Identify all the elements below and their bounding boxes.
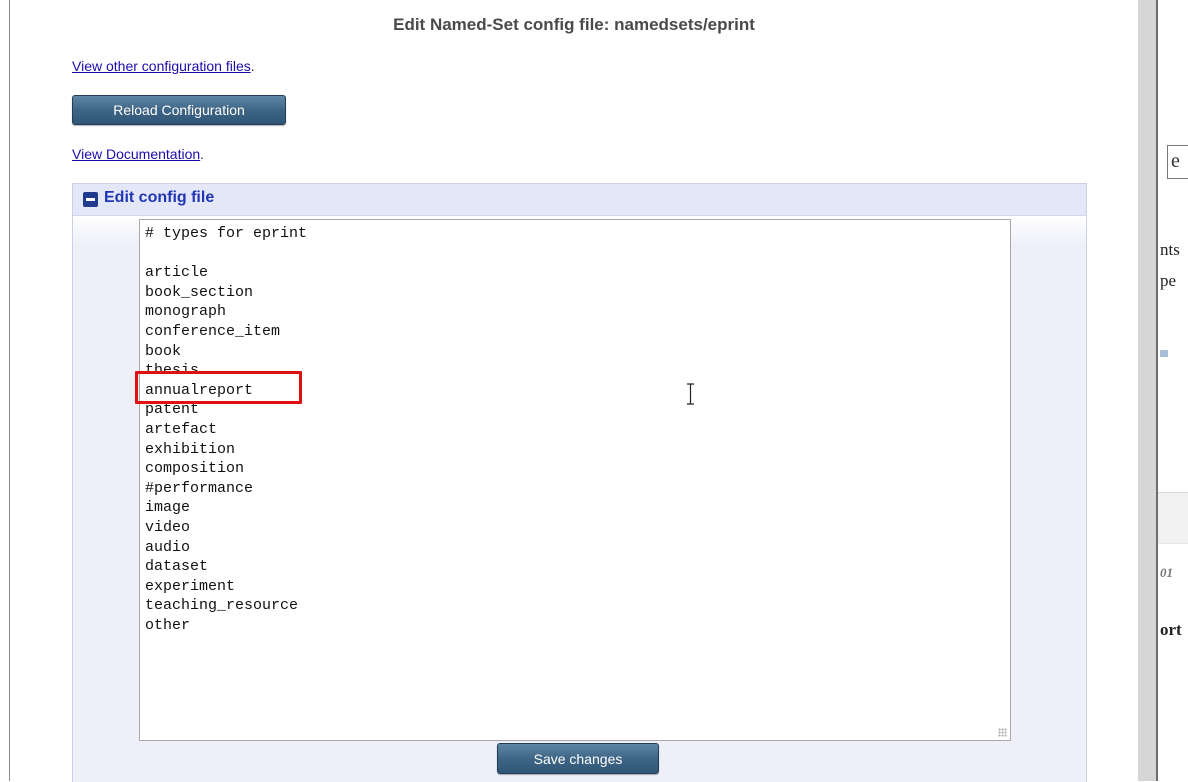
config-lines: # types for eprint article book_sectionmon… [145, 224, 307, 635]
link-period: . [250, 58, 255, 74]
right-pane-marker [1160, 350, 1168, 357]
edit-config-title: Edit config file [104, 189, 215, 206]
config-line: # types for eprint [145, 225, 308, 242]
save-changes-button[interactable]: Save changes [497, 743, 659, 774]
config-line: monograph [145, 303, 227, 321]
link-period: . [200, 146, 205, 162]
config-line: exhibition [145, 440, 236, 458]
config-line: composition [145, 460, 245, 478]
view-other-configs-link[interactable]: View other configuration files [72, 58, 251, 74]
collapse-minus-icon[interactable] [83, 192, 98, 207]
config-line: #performance [145, 479, 254, 497]
config-line: book [145, 342, 182, 360]
config-line: conference_item [145, 322, 281, 340]
right-pane-input-fragment: e [1167, 145, 1188, 179]
config-line: dataset [145, 558, 209, 576]
page-title: Edit Named-Set config file: namedsets/ep… [393, 15, 755, 34]
right-pane-text-4: ort [1160, 620, 1182, 639]
right-background-pane [1158, 0, 1188, 781]
config-line: experiment [145, 577, 236, 595]
config-line: artefact [145, 420, 218, 438]
config-line: article [145, 264, 209, 282]
text-cursor-icon [687, 383, 694, 405]
view-docs-line: View Documentation. [72, 146, 204, 162]
config-line: other [145, 616, 191, 634]
reload-configuration-button[interactable]: Reload Configuration [72, 95, 286, 125]
config-line: audio [145, 538, 191, 556]
right-pane-band [1158, 492, 1188, 544]
config-textarea[interactable]: # types for eprint article book_sectionmon… [139, 219, 1011, 741]
right-pane-text-2: pe [1160, 271, 1177, 290]
config-line: book_section [145, 283, 254, 301]
edit-config-header[interactable]: Edit config file [73, 184, 1086, 216]
annualreport-highlight-box [135, 371, 302, 404]
view-documentation-link[interactable]: View Documentation [72, 146, 200, 162]
config-line: teaching_resource [145, 597, 299, 615]
config-line: image [145, 499, 191, 517]
view-other-configs-line: View other configuration files. [72, 58, 255, 74]
config-line [145, 244, 307, 264]
window-gutter [1138, 0, 1156, 781]
right-pane-box-letter: e [1171, 150, 1180, 172]
right-pane-text-3: 01 [1160, 565, 1173, 580]
right-pane-text-1: nts [1160, 240, 1180, 259]
config-line: video [145, 518, 191, 536]
resize-grip-icon[interactable] [998, 728, 1007, 737]
